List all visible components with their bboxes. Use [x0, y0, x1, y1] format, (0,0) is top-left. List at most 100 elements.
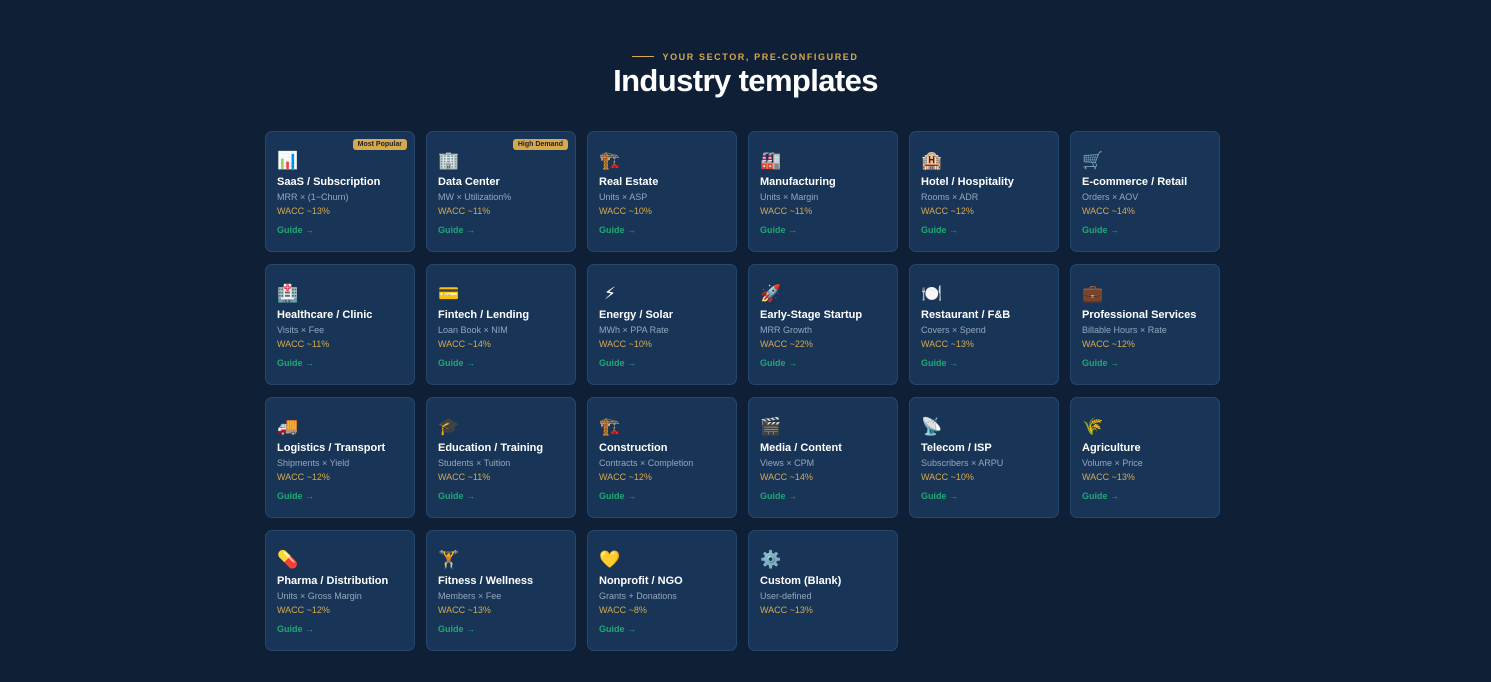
card-formula: Rooms × ADR — [921, 192, 979, 202]
page-title: Industry templates — [613, 63, 878, 98]
card-formula: User-defined — [760, 591, 812, 601]
guide-link[interactable]: Guide → — [1082, 358, 1119, 368]
card-badge: Most Popular — [352, 139, 407, 150]
card-title: Restaurant / F&B — [921, 309, 1011, 321]
card-wacc: WACC ~12% — [277, 472, 330, 482]
eyebrow-line — [632, 56, 655, 57]
guide-link[interactable]: Guide → — [599, 358, 636, 368]
card-formula: Units × Margin — [760, 192, 819, 202]
guide-link[interactable]: Guide → — [760, 225, 797, 235]
guide-link[interactable]: Guide → — [599, 491, 636, 501]
guide-link[interactable]: Guide → — [438, 491, 475, 501]
guide-link[interactable]: Guide → — [277, 225, 314, 235]
guide-link[interactable]: Guide → — [1082, 491, 1119, 501]
card-formula: Units × ASP — [599, 192, 648, 202]
template-card[interactable]: 🏭 Manufacturing Units × Margin WACC ~11% Gui… — [748, 131, 898, 252]
guide-link[interactable]: Guide → — [277, 624, 314, 634]
card-wacc: WACC ~10% — [921, 472, 974, 482]
card-formula: Grants + Donations — [599, 591, 677, 601]
template-card[interactable]: 🚚 Logistics / Transport Shipments × Yield W… — [265, 397, 415, 518]
template-card[interactable]: Most Popular 📊 SaaS / Subscription MRR × (1… — [265, 131, 415, 252]
factory-icon: 🏭 — [760, 151, 782, 170]
card-wacc: WACC ~12% — [921, 206, 974, 216]
template-card[interactable]: 💛 Nonprofit / NGO Grants + Donations WACC ~… — [587, 530, 737, 651]
eyebrow-text: YOUR SECTOR, PRE-CONFIGURED — [662, 51, 859, 62]
template-grid: Most Popular 📊 SaaS / Subscription MRR × (1… — [265, 131, 1220, 651]
guide-link[interactable]: Guide → — [760, 358, 797, 368]
template-card[interactable]: 🏨 Hotel / Hospitality Rooms × ADR WACC ~12%… — [909, 131, 1059, 252]
template-card[interactable]: 📡 Telecom / ISP Subscribers × ARPU WACC ~10… — [909, 397, 1059, 518]
card-wacc: WACC ~14% — [438, 339, 491, 349]
card-formula: Volume × Price — [1082, 458, 1143, 468]
template-card[interactable]: 💼 Professional Services Billable Hours × R… — [1070, 264, 1220, 385]
guide-link[interactable]: Guide → — [599, 225, 636, 235]
template-card[interactable]: 🍽️ Restaurant / F&B Covers × Spend WACC ~13… — [909, 264, 1059, 385]
template-card[interactable]: 🎬 Media / Content Views × CPM WACC ~14% Guid… — [748, 397, 898, 518]
card-title: Healthcare / Clinic — [277, 309, 373, 321]
card-title: Telecom / ISP — [921, 442, 992, 454]
card-title: Fitness / Wellness — [438, 575, 534, 587]
template-card[interactable]: 🛒 E-commerce / Retail Orders × AOV WACC ~14… — [1070, 131, 1220, 252]
card-title: Manufacturing — [760, 176, 836, 188]
card-wacc: WACC ~10% — [599, 206, 652, 216]
graduation-cap-icon: 🎓 — [438, 417, 460, 436]
guide-link[interactable]: Guide → — [438, 225, 475, 235]
template-card[interactable]: 🌾 Agriculture Volume × Price WACC ~13% Guide… — [1070, 397, 1220, 518]
office-building-icon: 🏢 — [438, 151, 460, 170]
rocket-icon: 🚀 — [760, 284, 782, 303]
satellite-dish-icon: 📡 — [921, 417, 943, 436]
card-formula: MW × Utilization% — [438, 192, 512, 202]
template-card[interactable]: 🚀 Early-Stage Startup MRR Growth WACC ~22% G… — [748, 264, 898, 385]
template-card[interactable]: 🎓 Education / Training Students × Tuition W… — [426, 397, 576, 518]
heart-icon: 💛 — [599, 550, 621, 569]
card-wacc: WACC ~14% — [760, 472, 813, 482]
card-wacc: WACC ~13% — [277, 206, 330, 216]
card-wacc: WACC ~11% — [277, 339, 330, 349]
template-card[interactable]: High Demand 🏢 Data Center MW × Utilization%… — [426, 131, 576, 252]
card-title: Media / Content — [760, 442, 842, 454]
card-badge: High Demand — [512, 139, 568, 150]
card-formula: Contracts × Completion — [599, 458, 694, 468]
card-formula: Orders × AOV — [1082, 192, 1139, 202]
card-wacc: WACC ~11% — [760, 206, 813, 216]
card-formula: Billable Hours × Rate — [1082, 325, 1167, 335]
guide-link[interactable]: Guide → — [277, 491, 314, 501]
card-formula: Shipments × Yield — [277, 458, 350, 468]
card-title: Pharma / Distribution — [277, 575, 389, 587]
card-title: Hotel / Hospitality — [921, 176, 1014, 188]
wheat-icon: 🌾 — [1082, 417, 1104, 436]
card-formula: Members × Fee — [438, 591, 502, 601]
guide-link[interactable]: Guide → — [921, 225, 958, 235]
card-wacc: WACC ~11% — [438, 472, 491, 482]
shopping-cart-icon: 🛒 — [1082, 151, 1104, 170]
card-wacc: WACC ~8% — [599, 605, 647, 615]
guide-link[interactable]: Guide → — [921, 358, 958, 368]
guide-link[interactable]: Guide → — [277, 358, 314, 368]
template-card[interactable]: 🏗️ Construction Contracts × Completion WACC… — [587, 397, 737, 518]
guide-link[interactable]: Guide → — [760, 491, 797, 501]
guide-link[interactable]: Guide → — [921, 491, 958, 501]
guide-link[interactable]: Guide → — [599, 624, 636, 634]
card-formula: MRR × (1−Churn) — [277, 192, 349, 202]
guide-link[interactable]: Guide → — [438, 624, 475, 634]
card-title: Early-Stage Startup — [760, 309, 863, 321]
card-title: E-commerce / Retail — [1082, 176, 1188, 188]
template-card[interactable]: 🏥 Healthcare / Clinic Visits × Fee WACC ~11… — [265, 264, 415, 385]
template-card[interactable]: ⚡ Energy / Solar MWh × PPA Rate WACC ~10% Gu… — [587, 264, 737, 385]
clapperboard-icon: 🎬 — [760, 417, 782, 436]
card-title: Nonprofit / NGO — [599, 575, 683, 587]
hotel-icon: 🏨 — [921, 151, 943, 170]
gear-icon: ⚙️ — [760, 550, 782, 569]
template-card[interactable]: 🏋️ Fitness / Wellness Members × Fee WACC ~1… — [426, 530, 576, 651]
card-title: SaaS / Subscription — [277, 176, 381, 188]
card-title: Custom (Blank) — [760, 575, 842, 587]
construction-crane-icon: 🏗️ — [599, 151, 621, 170]
template-card[interactable]: 🏗️ Real Estate Units × ASP WACC ~10% Guide → — [587, 131, 737, 252]
guide-link[interactable]: Guide → — [1082, 225, 1119, 235]
template-card[interactable]: 💊 Pharma / Distribution Units × Gross Marg… — [265, 530, 415, 651]
template-card[interactable]: ⚙️ Custom (Blank) User-defined WACC ~13% — [748, 530, 898, 651]
guide-link[interactable]: Guide → — [438, 358, 475, 368]
card-title: Real Estate — [599, 176, 659, 188]
template-card[interactable]: 💳 Fintech / Lending Loan Book × NIM WACC ~1… — [426, 264, 576, 385]
credit-card-icon: 💳 — [438, 284, 460, 303]
